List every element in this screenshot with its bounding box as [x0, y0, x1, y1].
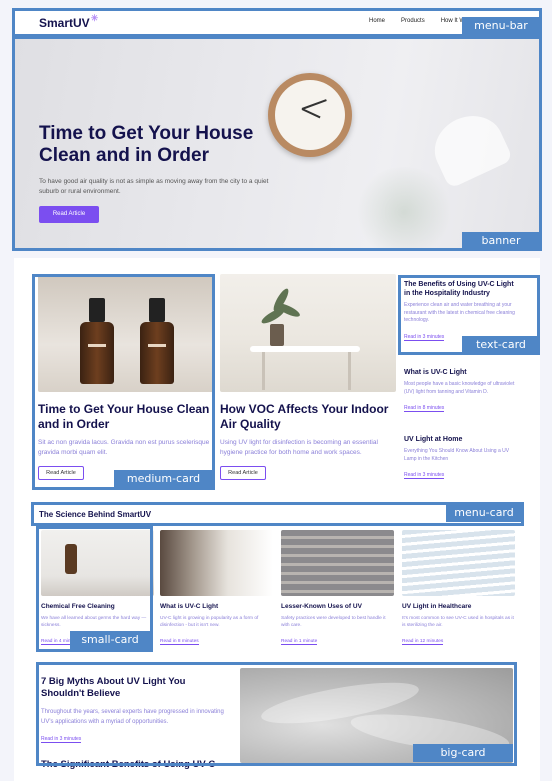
- small-card-description: It's most common to see UV-C used in hos…: [402, 616, 514, 628]
- small-card-description: UV-C light is growing in popularity as a…: [160, 616, 259, 628]
- banner-description: To have good air quality is not as simpl…: [39, 178, 269, 195]
- text-card-title: UV Light at Home: [404, 436, 463, 443]
- nav-item-products[interactable]: Products: [401, 18, 425, 24]
- small-card[interactable]: Lesser-Known Uses of UV Safety practices…: [281, 530, 394, 647]
- medium-card-description: Using UV light for disinfection is becom…: [220, 439, 378, 456]
- big-card-title: 7 Big Myths About UV Light You Shouldn't…: [41, 676, 186, 699]
- medium-card-tag: medium-card: [114, 470, 213, 488]
- big-card-next-title[interactable]: The Significant Benefits of Using UV-C: [41, 759, 231, 771]
- read-time-link[interactable]: Read in 3 minutes: [41, 736, 82, 743]
- main-nav: Home Products How It Work: [369, 18, 473, 24]
- section-title: The Science Behind SmartUV: [39, 509, 152, 519]
- small-card-title: What is UV-C Light: [160, 603, 219, 610]
- small-card-description: We have all learned about germs the hard…: [41, 616, 147, 628]
- text-card-description: Everything You Should Know About Using a…: [404, 448, 510, 462]
- text-card[interactable]: UV Light at Home Everything You Should K…: [404, 435, 516, 481]
- small-card-title: Chemical Free Cleaning: [41, 603, 115, 610]
- text-card-title: What is UV-C Light: [404, 369, 467, 376]
- plant-shadow-decoration: [354, 167, 454, 249]
- small-card-title: Lesser-Known Uses of UV: [281, 603, 362, 610]
- text-card[interactable]: The Benefits of Using UV-C Light in the …: [404, 280, 516, 343]
- indoor-plant-room-image: [220, 274, 396, 392]
- read-article-button[interactable]: Read Article: [220, 466, 266, 480]
- menu-card-tag: menu-card: [446, 504, 522, 522]
- banner-title: Time to Get Your House Clean and in Orde…: [39, 123, 254, 166]
- nav-item-home[interactable]: Home: [369, 18, 385, 24]
- small-card[interactable]: Chemical Free Cleaning We have all learn…: [41, 530, 154, 647]
- read-time-link[interactable]: Read in 8 minutes: [404, 405, 445, 412]
- logo-text: SmartUV: [39, 16, 90, 30]
- medium-card-title: How VOC Affects Your Indoor Air Quality: [220, 402, 389, 431]
- spray-bottles-image: [38, 274, 214, 392]
- text-card-description: Experience clean air and water breathing…: [404, 302, 515, 323]
- logo[interactable]: SmartUV ✳: [39, 13, 99, 30]
- text-card[interactable]: What is UV-C Light Most people have a ba…: [404, 368, 516, 414]
- read-time-link[interactable]: Read in 12 minutes: [402, 639, 444, 645]
- banner-tag: banner: [462, 232, 540, 250]
- small-card-description: Safety practices were developed to best …: [281, 616, 386, 628]
- page: SmartUV ✳ Home Products How It Work Time…: [0, 0, 552, 781]
- lamp-decoration: [424, 105, 514, 189]
- read-time-link[interactable]: Read in 3 minutes: [404, 334, 445, 341]
- big-card[interactable]: 7 Big Myths About UV Light You Shouldn't…: [41, 676, 231, 771]
- staircase-room-image: [160, 530, 273, 596]
- kitchen-bottle-image: [41, 530, 154, 596]
- banner-read-article-button[interactable]: Read Article: [39, 206, 99, 223]
- small-card-tag: small-card: [70, 631, 150, 649]
- hero-banner: Time to Get Your House Clean and in Orde…: [14, 37, 540, 249]
- small-card[interactable]: What is UV-C Light UV-C light is growing…: [160, 530, 273, 647]
- big-card-tag: big-card: [413, 744, 513, 762]
- read-time-link[interactable]: Read in 8 minutes: [160, 639, 199, 645]
- medium-card[interactable]: Time to Get Your House Clean and in Orde…: [38, 274, 214, 480]
- read-time-link[interactable]: Read in 1 minute: [281, 639, 318, 645]
- medium-card[interactable]: How VOC Affects Your Indoor Air Quality …: [220, 274, 396, 480]
- medium-card-description: Sit ac non gravida lacus. Gravida non es…: [38, 439, 210, 456]
- small-card-title: UV Light in Healthcare: [402, 603, 472, 610]
- read-article-button[interactable]: Read Article: [38, 466, 84, 480]
- text-card-title: The Benefits of Using UV-C Light in the …: [404, 281, 514, 297]
- window-blinds-image: [281, 530, 394, 596]
- menu-bar-tag: menu-bar: [462, 17, 540, 35]
- logo-spark-icon: ✳: [90, 13, 99, 23]
- text-card-description: Most people have a basic knowledge of ul…: [404, 381, 515, 395]
- small-card[interactable]: UV Light in Healthcare It's most common …: [402, 530, 515, 647]
- sunlit-window-image: [402, 530, 515, 596]
- medium-card-title: Time to Get Your House Clean and in Orde…: [38, 402, 210, 431]
- read-time-link[interactable]: Read in 3 minutes: [404, 472, 445, 479]
- big-card-description: Throughout the years, several experts ha…: [41, 709, 224, 725]
- text-card-tag: text-card: [462, 336, 540, 354]
